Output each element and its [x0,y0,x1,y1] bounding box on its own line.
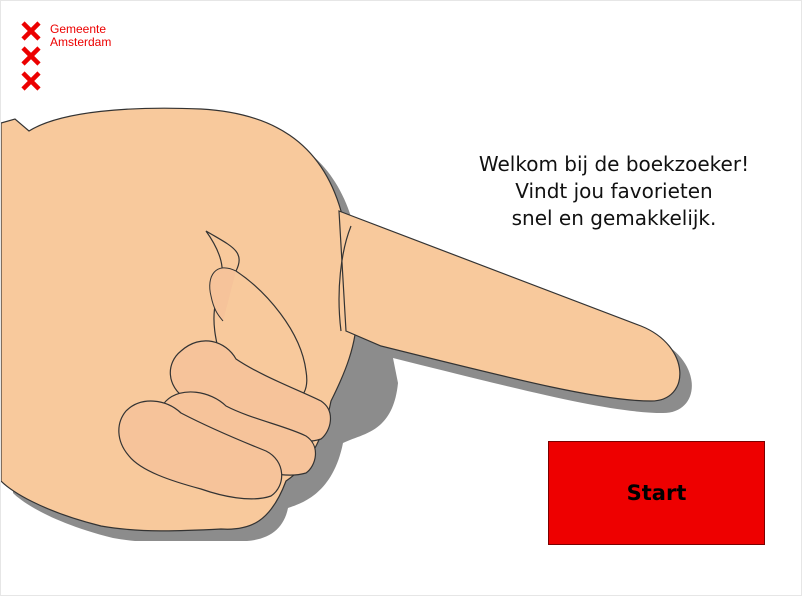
gemeente-amsterdam-logo: Gemeente Amsterdam [20,21,140,93]
welcome-line-1: Welkom bij de boekzoeker! [478,152,750,176]
logo-line-2: Amsterdam [50,35,112,49]
welcome-line-2: Vindt jou favorieten [515,179,713,203]
welcome-line-3: snel en gemakkelijk. [511,206,717,230]
start-button-label: Start [626,481,687,505]
screen: Gemeente Amsterdam Welkom bij de boekzoe… [0,0,802,596]
start-button[interactable]: Start [548,441,765,545]
logo-text: Gemeente Amsterdam [50,23,111,49]
amsterdam-xxx-icon [21,21,41,91]
welcome-message: Welkom bij de boekzoeker! Vindt jou favo… [453,151,775,232]
